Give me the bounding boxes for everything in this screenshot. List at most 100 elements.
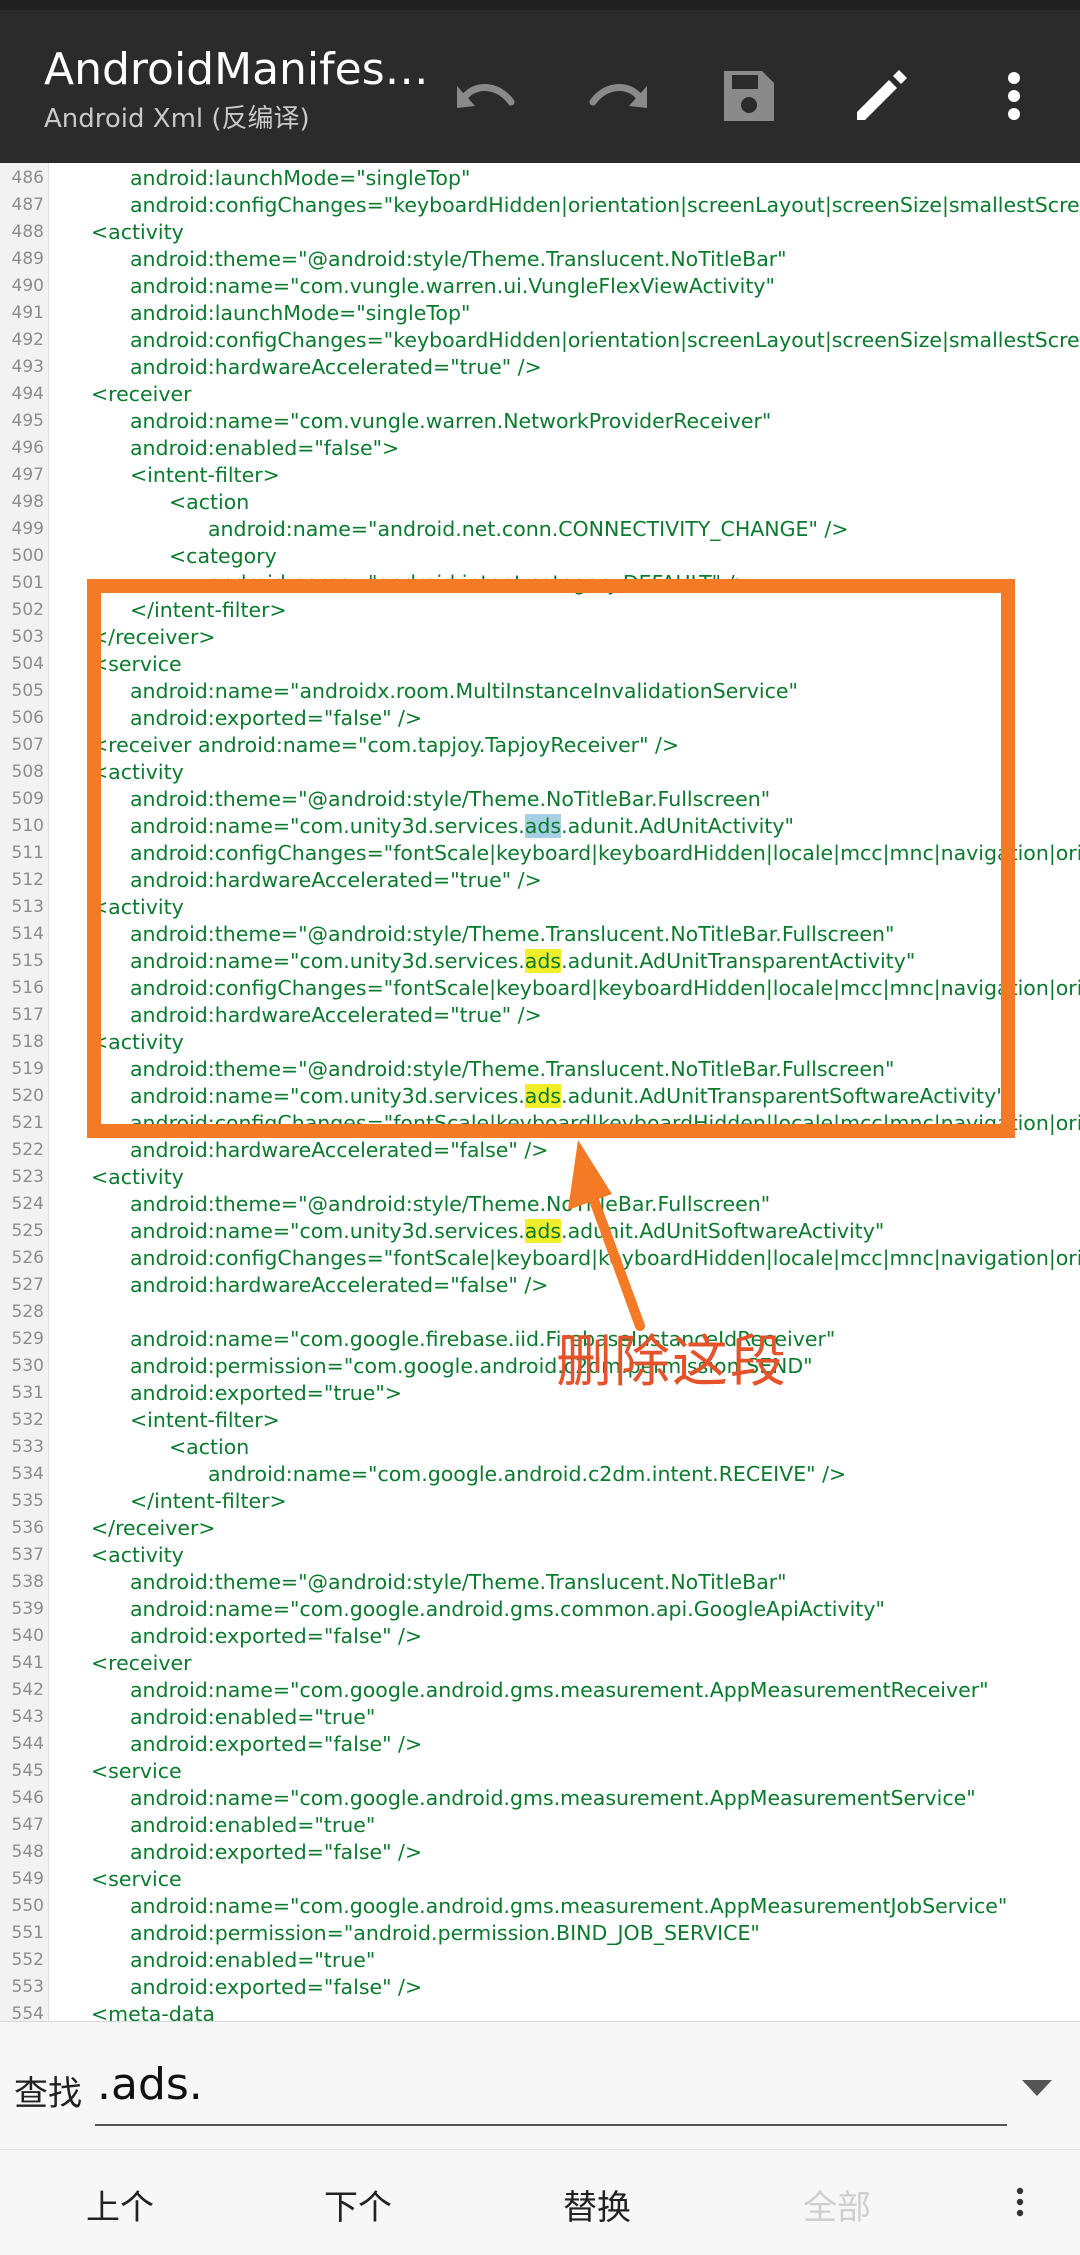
code-line: 549 <service	[0, 1866, 1080, 1893]
code-line: 492 android:configChanges="keyboardHidden…	[0, 327, 1080, 354]
replace-all-button[interactable]: 全部	[757, 2180, 917, 2229]
search-match-highlight: ads	[524, 1219, 562, 1243]
line-number: 539	[11, 1599, 44, 1619]
file-subtitle: Android Xml (反编译)	[44, 104, 310, 134]
line-number: 547	[11, 1815, 44, 1835]
code-text: android:name="com.google.android.c2dm.in…	[208, 1462, 847, 1486]
code-line: 545 <service	[0, 1758, 1080, 1785]
line-number: 538	[11, 1572, 44, 1592]
more-vert-icon	[1016, 2187, 1024, 2217]
code-text: android:name="com.unity3d.services.ads.a…	[130, 1218, 884, 1245]
code-text: android:enabled="true"	[130, 1705, 376, 1729]
line-number: 499	[11, 519, 44, 539]
line-number: 541	[11, 1653, 44, 1673]
line-number: 493	[11, 357, 44, 377]
code-text: <intent-filter>	[130, 1408, 280, 1432]
search-bar: 查找	[0, 2021, 1080, 2150]
line-number: 521	[11, 1113, 44, 1133]
line-number: 544	[11, 1734, 44, 1754]
more-options-button[interactable]	[978, 60, 1050, 132]
code-text: android:launchMode="singleTop"	[130, 166, 471, 190]
line-number: 516	[11, 978, 44, 998]
code-text-prefix: android:name="com.unity3d.services.	[130, 1219, 525, 1243]
search-label: 查找	[14, 2074, 82, 2114]
line-number: 501	[11, 573, 44, 593]
code-line: 554 <meta-data	[0, 2001, 1080, 2021]
code-text: <action	[169, 490, 250, 514]
line-number: 486	[11, 168, 44, 188]
line-number: 517	[11, 1005, 44, 1025]
search-input[interactable]	[95, 2044, 1007, 2126]
code-line: 499 android:name="android.net.conn.CONNEC…	[0, 516, 1080, 543]
line-number: 500	[11, 546, 44, 566]
line-number: 487	[11, 195, 44, 215]
line-number: 495	[11, 411, 44, 431]
line-number: 518	[11, 1032, 44, 1052]
code-line: 534 android:name="com.google.android.c2dm…	[0, 1461, 1080, 1488]
line-number: 526	[11, 1248, 44, 1268]
code-text: android:theme="@android:style/Theme.Tran…	[130, 247, 787, 271]
line-number: 529	[11, 1329, 44, 1349]
line-number: 522	[11, 1140, 44, 1160]
code-text: <activity	[91, 220, 184, 244]
redo-button[interactable]	[582, 60, 654, 132]
code-text: android:enabled="false">	[130, 436, 400, 460]
code-line: 544 android:exported="false" />	[0, 1731, 1080, 1758]
code-line: 546 android:name="com.google.android.gms.…	[0, 1785, 1080, 1812]
prev-match-button[interactable]: 上个	[40, 2180, 200, 2229]
code-line: 525 android:name="com.unity3d.services.ad…	[0, 1218, 1080, 1245]
code-line: 522 android:hardwareAccelerated="false" /…	[0, 1137, 1080, 1164]
code-line: 533 <action	[0, 1434, 1080, 1461]
code-line: 536 </receiver>	[0, 1515, 1080, 1542]
code-line: 527 android:hardwareAccelerated="false" /…	[0, 1272, 1080, 1299]
code-line: 496 android:enabled="false">	[0, 435, 1080, 462]
code-text: </intent-filter>	[130, 1489, 287, 1513]
undo-icon	[457, 84, 515, 108]
line-number: 531	[11, 1383, 44, 1403]
app-bar: AndroidManifes… Android Xml (反编译)	[0, 10, 1080, 163]
dropdown-triangle-icon[interactable]	[1022, 2080, 1052, 2096]
code-text: android:name="com.google.android.gms.com…	[130, 1597, 885, 1621]
code-text: <meta-data	[91, 2002, 215, 2021]
line-number: 511	[11, 843, 44, 863]
code-text: android:name="com.google.android.gms.mea…	[130, 1678, 989, 1702]
code-line: 547 android:enabled="true"	[0, 1812, 1080, 1839]
line-number: 540	[11, 1626, 44, 1646]
code-line: 528	[0, 1299, 1080, 1326]
code-line: 543 android:enabled="true"	[0, 1704, 1080, 1731]
line-number: 490	[11, 276, 44, 296]
code-line: 497 <intent-filter>	[0, 462, 1080, 489]
undo-button[interactable]	[450, 60, 522, 132]
line-number: 503	[11, 627, 44, 647]
replace-button[interactable]: 替换	[517, 2180, 677, 2229]
line-number: 552	[11, 1950, 44, 1970]
code-line: 537 <activity	[0, 1542, 1080, 1569]
code-text-suffix: .adunit.AdUnitSoftwareActivity"	[561, 1219, 885, 1243]
line-number: 507	[11, 735, 44, 755]
search-more-button[interactable]	[1000, 2174, 1040, 2230]
line-number: 515	[11, 951, 44, 971]
search-actions: 上个 下个 替换 全部	[0, 2149, 1080, 2255]
next-match-button[interactable]: 下个	[278, 2180, 438, 2229]
code-line: 529 android:name="com.google.firebase.iid…	[0, 1326, 1080, 1353]
code-line: 493 android:hardwareAccelerated="true" />	[0, 354, 1080, 381]
code-line: 491 android:launchMode="singleTop"	[0, 300, 1080, 327]
code-line: 551 android:permission="android.permissio…	[0, 1920, 1080, 1947]
save-button[interactable]	[713, 60, 785, 132]
edit-button[interactable]	[845, 60, 917, 132]
code-text: <receiver	[91, 382, 192, 406]
code-text: android:name="com.google.android.gms.mea…	[130, 1894, 1008, 1918]
code-text: android:configChanges="keyboardHidden|or…	[130, 328, 1080, 352]
save-icon	[724, 71, 774, 121]
line-number: 536	[11, 1518, 44, 1538]
line-number: 542	[11, 1680, 44, 1700]
code-line: 531 android:exported="true">	[0, 1380, 1080, 1407]
line-number: 532	[11, 1410, 44, 1430]
code-line: 530 android:permission="com.google.androi…	[0, 1353, 1080, 1380]
line-number: 537	[11, 1545, 44, 1565]
code-line: 488 <activity	[0, 219, 1080, 246]
line-number: 550	[11, 1896, 44, 1916]
line-number: 525	[11, 1221, 44, 1241]
line-number: 534	[11, 1464, 44, 1484]
line-number: 514	[11, 924, 44, 944]
